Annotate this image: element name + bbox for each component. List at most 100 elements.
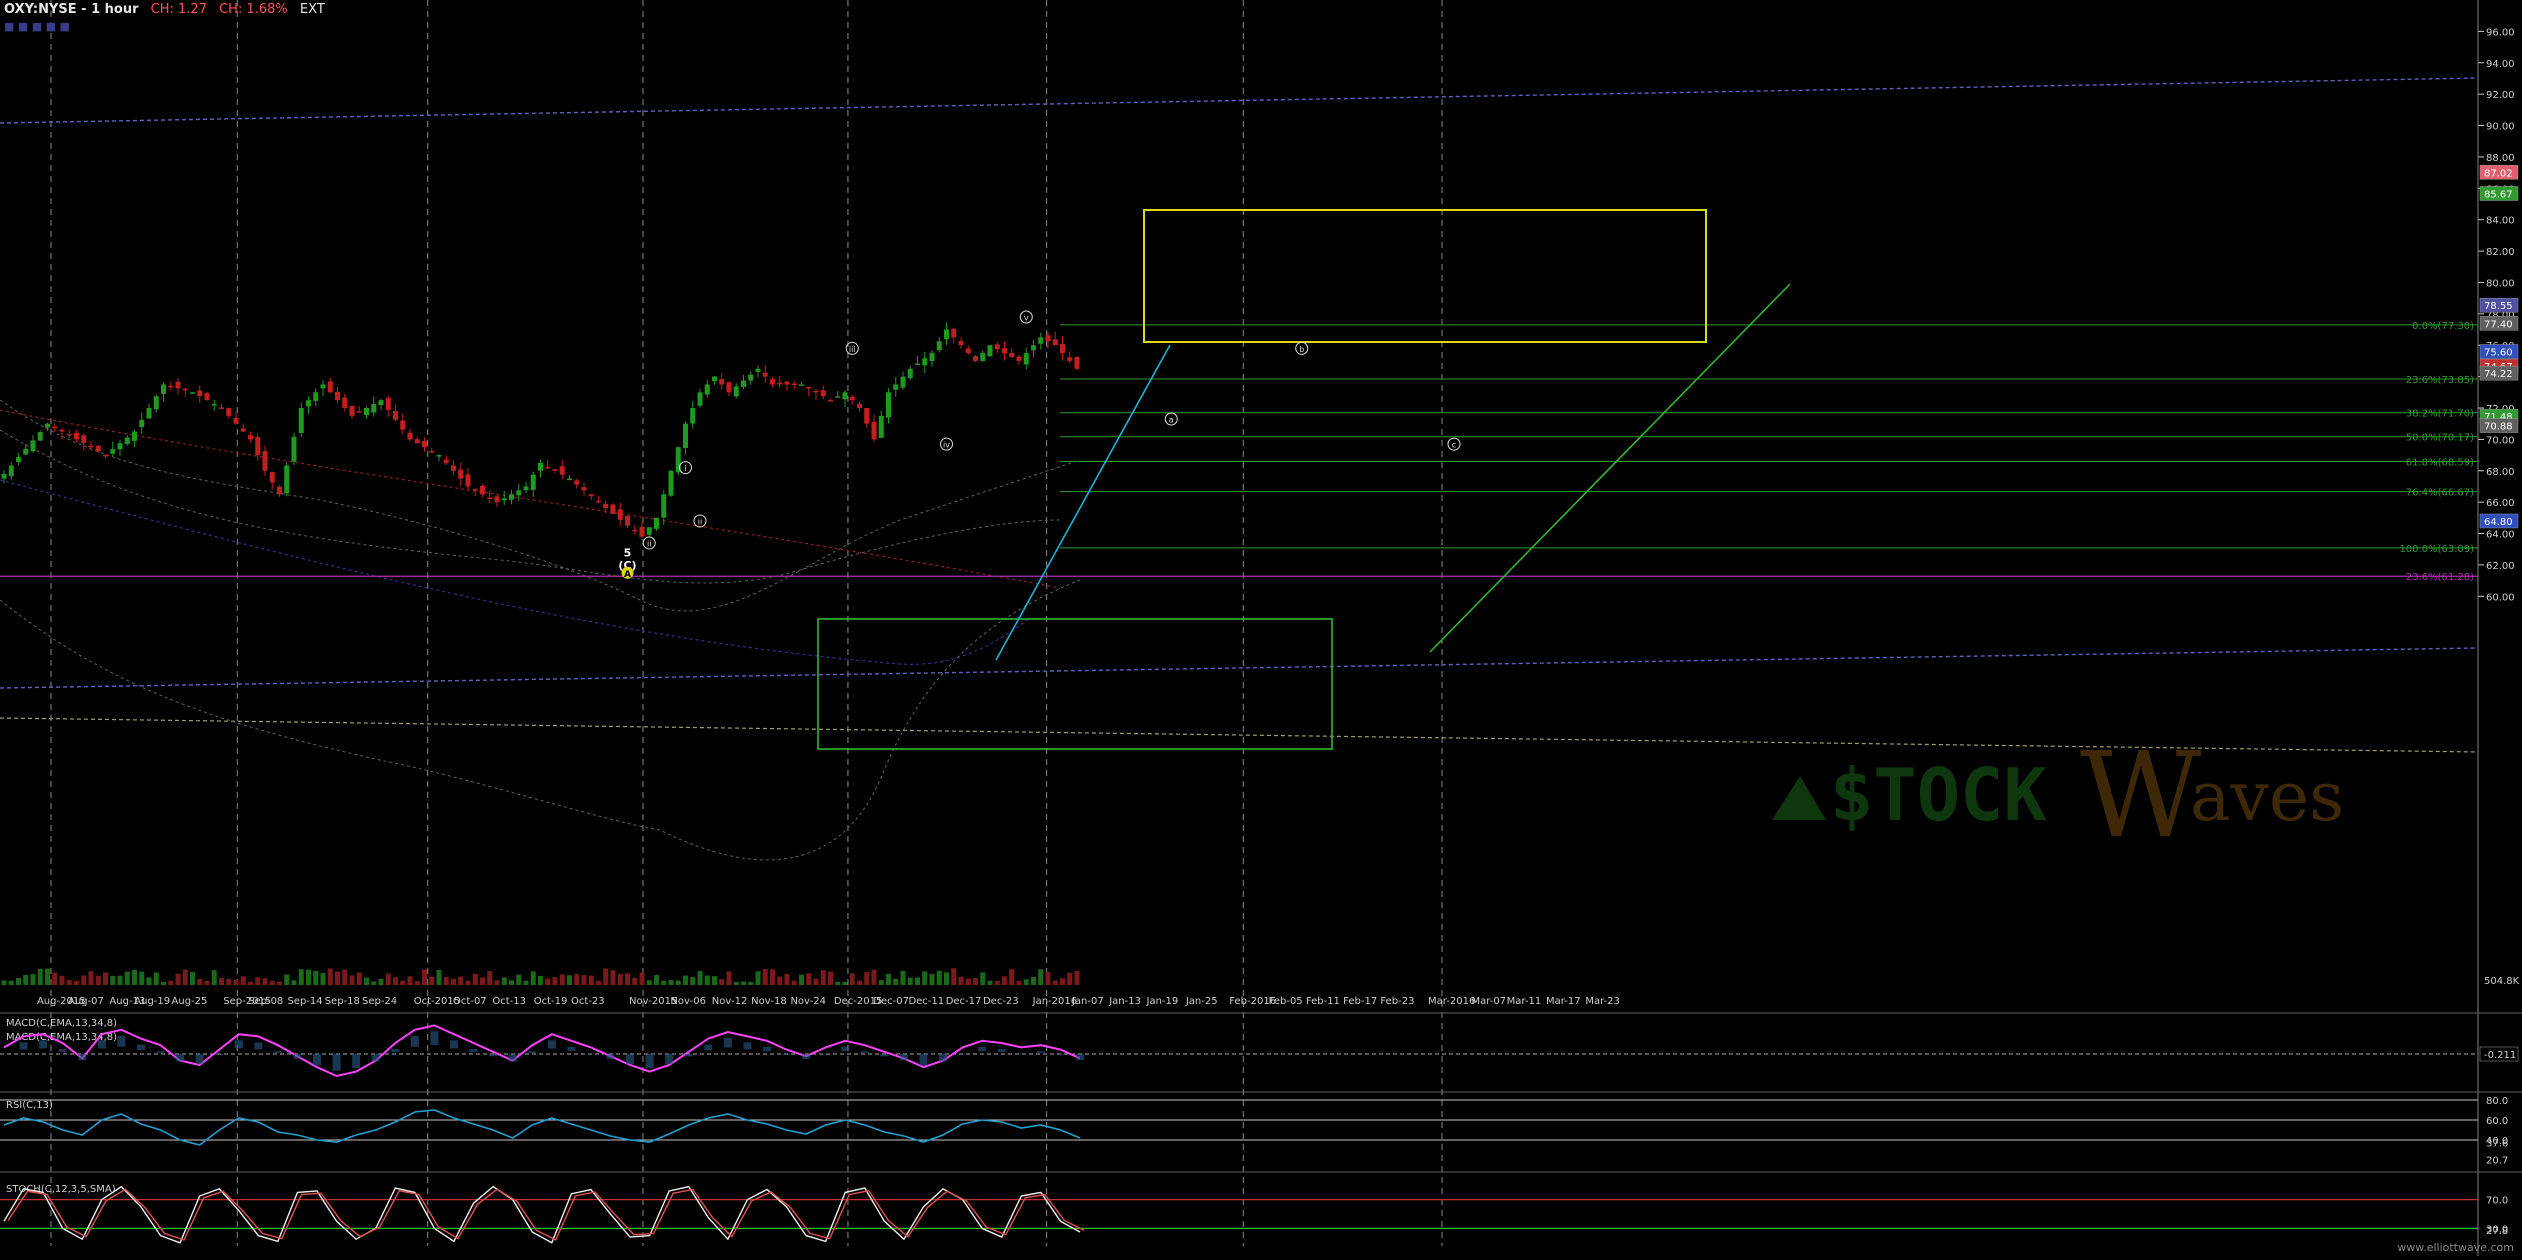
volume-bar	[850, 973, 855, 985]
candle-body	[234, 418, 239, 424]
x-tick-label: Nov-18	[751, 996, 787, 1007]
rsi-tick-label: 60.0	[2486, 1116, 2508, 1127]
chart-svg[interactable]: Aug-2015Aug-07Aug-13Aug-19Aug-25Sep-2015…	[0, 0, 2522, 1256]
volume-bar	[255, 977, 260, 985]
macd-histogram-bar	[293, 1054, 301, 1059]
volume-bar	[1031, 977, 1036, 985]
volume-bar	[922, 971, 927, 985]
x-tick-label: Mar-2016	[1428, 996, 1475, 1007]
candle-body	[118, 443, 123, 449]
candle-body	[611, 505, 616, 514]
stoch-value-label: 70.0	[2486, 1196, 2508, 1207]
candle-body	[756, 369, 761, 372]
candle-body	[509, 494, 514, 499]
candle-body	[828, 400, 833, 402]
volume-bar	[944, 972, 949, 985]
macd-histogram-bar	[1056, 1054, 1064, 1055]
macd-histogram-bar	[841, 1047, 849, 1051]
candle-body	[205, 393, 210, 400]
macd-histogram-bar	[391, 1049, 399, 1052]
volume-bar	[516, 975, 521, 985]
candle-body	[422, 441, 427, 447]
candle-body	[299, 408, 304, 433]
volume-bar	[176, 974, 181, 985]
lower-trend-line	[0, 648, 2478, 688]
x-tick-label: Dec-23	[983, 996, 1019, 1007]
volume-bar	[1053, 981, 1058, 985]
macd-histogram-bar	[98, 1040, 106, 1048]
volume-bar	[864, 972, 869, 985]
volume-bar	[335, 971, 340, 985]
wave-label: iii	[849, 345, 856, 354]
volume-bar	[661, 981, 666, 985]
y-tick-label: 64.00	[2486, 530, 2515, 541]
candle-body	[683, 424, 688, 448]
candle-body	[995, 344, 1000, 349]
wave-label: v	[1024, 313, 1029, 322]
candle-body	[886, 392, 891, 417]
macd-label: MACD(C,EMA,13,34,8)	[6, 1018, 117, 1029]
candle-body	[16, 457, 21, 462]
volume-bar	[96, 976, 101, 985]
candle-body	[226, 408, 231, 416]
candle-body	[553, 469, 558, 471]
macd-histogram-bar	[196, 1054, 204, 1064]
volume-bar	[118, 976, 123, 985]
volume-bar	[1002, 976, 1007, 985]
macd-histogram-bar	[528, 1051, 536, 1053]
candle-body	[806, 387, 811, 389]
volume-bar	[408, 976, 413, 985]
volume-bar	[248, 982, 253, 985]
volume-bar	[792, 981, 797, 985]
macd-histogram-bar	[176, 1054, 184, 1062]
macd-histogram-bar	[646, 1054, 654, 1068]
symbol-title[interactable]: OXY:NYSE - 1 hour	[4, 2, 139, 17]
candle-body	[1002, 348, 1007, 353]
candle-body	[502, 498, 507, 500]
macd-histogram-bar	[352, 1054, 360, 1068]
volume-bar	[386, 974, 391, 985]
volume-bar	[52, 973, 57, 985]
candle-body	[727, 382, 732, 392]
toolbar-icons[interactable]: ■ ■ ■ ■ ■	[4, 20, 70, 33]
watermark: www.elliottwave.com	[2397, 1241, 2514, 1254]
candle-body	[364, 408, 369, 415]
macd-histogram-bar	[59, 1049, 67, 1052]
candle-body	[719, 379, 724, 384]
candle-body	[770, 379, 775, 384]
volume-bar	[328, 968, 333, 985]
candle-body	[429, 451, 434, 453]
price-badge-label: 75.60	[2484, 348, 2513, 359]
candle-body	[951, 329, 956, 338]
candle-body	[335, 392, 340, 400]
candle-body	[306, 400, 311, 406]
y-tick-label: 90.00	[2486, 122, 2515, 133]
x-tick-label: Oct-13	[492, 996, 526, 1007]
candle-body	[792, 384, 797, 386]
fib-level-label: 23.6%(73.85)	[2406, 375, 2474, 386]
macd-histogram-bar	[978, 1047, 986, 1051]
volume-bar	[538, 976, 543, 985]
candle-body	[814, 391, 819, 393]
macd-histogram-bar	[998, 1049, 1006, 1052]
x-tick-label: Jan-07	[1071, 996, 1104, 1007]
logo-word-stock: $TOCK	[1830, 753, 2047, 837]
candle-body	[524, 486, 529, 490]
volume-bar	[400, 981, 405, 985]
candle-body	[1038, 337, 1043, 343]
x-tick-label: Dec-07	[873, 996, 909, 1007]
x-tick-label: Jan-13	[1108, 996, 1141, 1007]
macd-histogram-bar	[78, 1054, 86, 1060]
volume-bar	[45, 969, 50, 985]
candle-body	[451, 465, 456, 470]
chart-stage[interactable]: Aug-2015Aug-07Aug-13Aug-19Aug-25Sep-2015…	[0, 0, 2522, 1256]
candle-body	[574, 480, 579, 484]
candle-body	[560, 466, 565, 474]
candle-body	[538, 463, 543, 471]
volume-bar	[1060, 978, 1065, 985]
volume-bar	[364, 978, 369, 985]
macd-histogram-bar	[450, 1040, 458, 1048]
candle-body	[321, 384, 326, 388]
ext-toggle[interactable]: EXT	[300, 2, 325, 17]
y-tick-label: 66.00	[2486, 498, 2515, 509]
